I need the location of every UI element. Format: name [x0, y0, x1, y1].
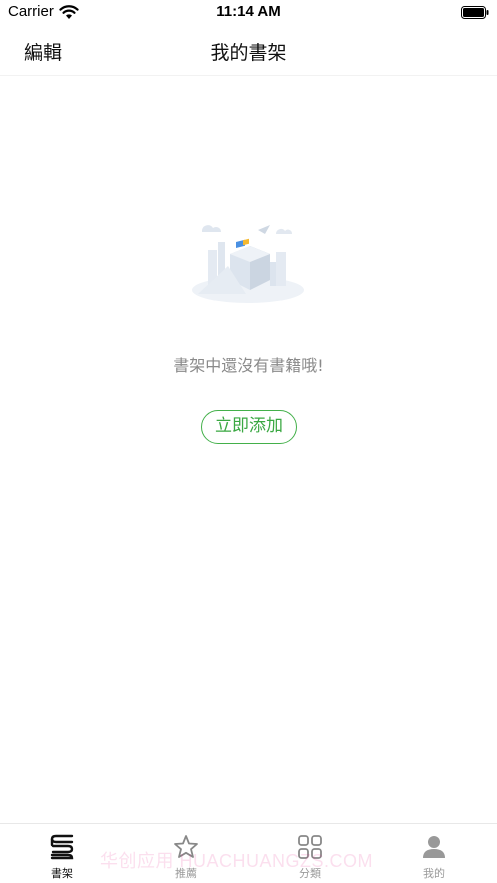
tab-label: 我的	[423, 867, 445, 880]
add-now-button[interactable]: 立即添加	[201, 410, 297, 444]
tab-recommend[interactable]: 推薦	[124, 824, 248, 883]
battery-icon	[461, 6, 489, 19]
tab-label: 推薦	[175, 867, 197, 880]
tab-label: 書架	[51, 867, 73, 880]
empty-state-message: 書架中還沒有書籍哦!	[173, 356, 324, 375]
user-icon	[423, 836, 445, 858]
grid-icon	[298, 835, 322, 859]
nav-bar: 編輯 我的書架	[0, 28, 497, 76]
tab-label: 分類	[299, 867, 321, 880]
star-icon	[174, 835, 198, 858]
tab-bar: 書架 推薦 分類 我的 华创应用 HUACHUANGZS.COM	[0, 823, 497, 883]
page-title: 我的書架	[210, 42, 287, 64]
status-bar: Carrier 11:14 AM	[0, 0, 497, 28]
tab-mine[interactable]: 我的	[372, 824, 496, 883]
tab-category[interactable]: 分類	[248, 824, 372, 883]
tab-bookshelf[interactable]: 書架	[0, 824, 124, 883]
status-time: 11:14 AM	[216, 3, 281, 20]
empty-shelf-illustration	[192, 225, 304, 303]
bookshelf-icon	[50, 834, 74, 860]
